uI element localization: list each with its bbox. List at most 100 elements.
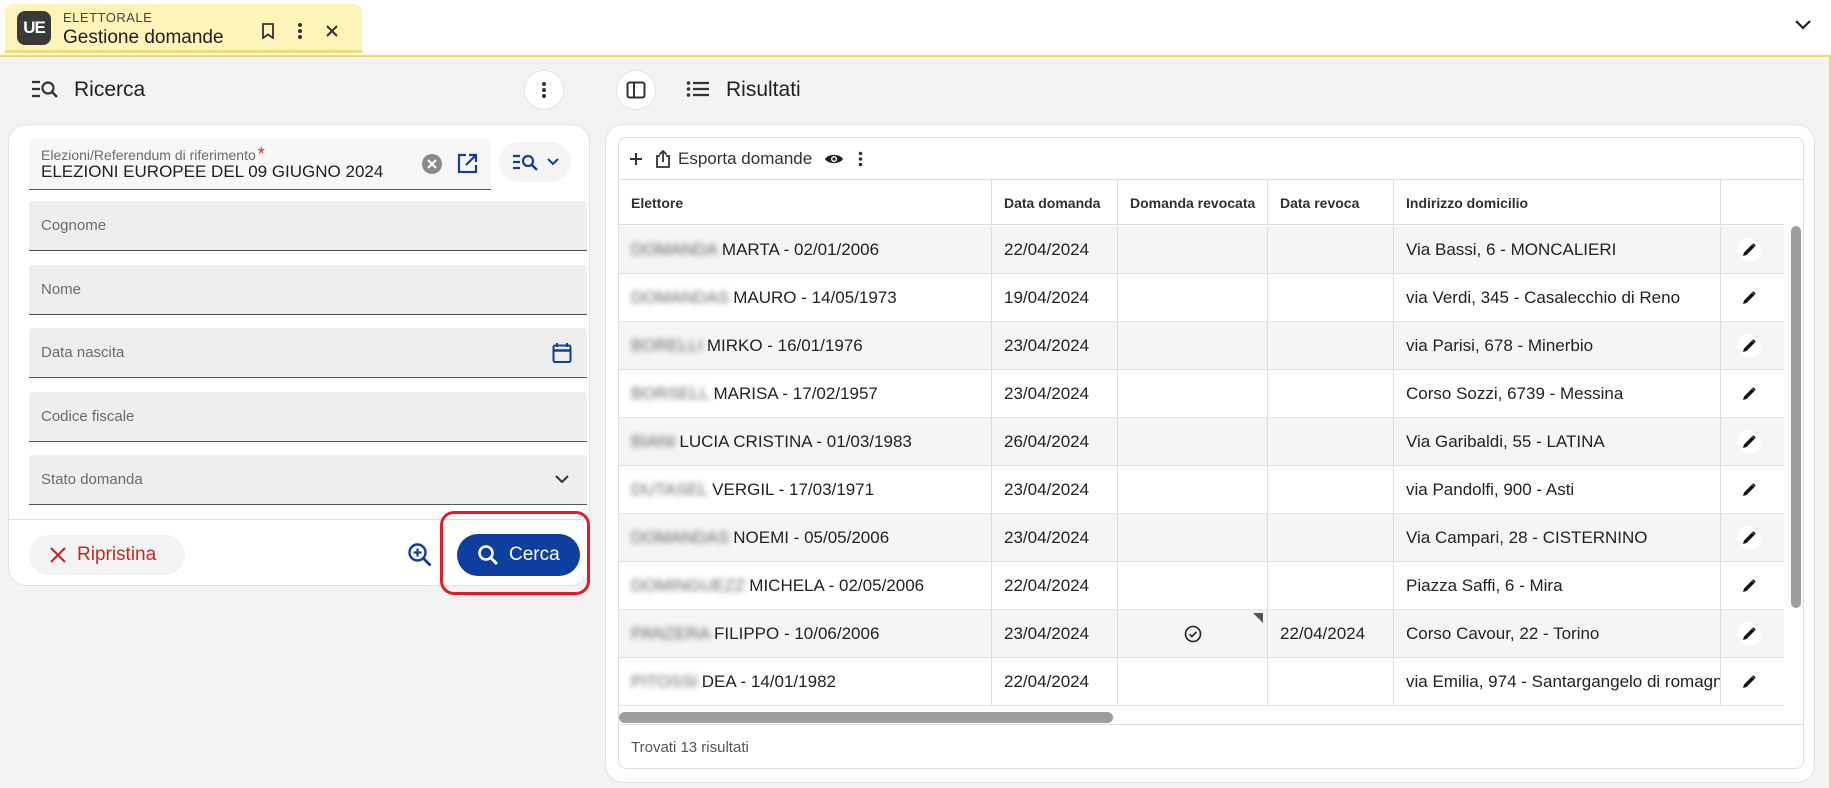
cell-elettore: BORSELL MARISA - 17/02/1957 <box>619 370 992 418</box>
results-count: Trovati 13 risultati <box>631 739 749 756</box>
pencil-icon <box>1743 387 1756 400</box>
cell-indirizzo: Via Campari, 28 - CISTERNINO <box>1394 514 1721 562</box>
table-row[interactable]: DOMANDA MARTA - 02/01/2006 22/04/2024 Via B… <box>619 226 1784 274</box>
codice-fiscale-field[interactable]: Codice fiscale <box>29 392 587 442</box>
chevron-down-icon[interactable] <box>1792 14 1814 36</box>
cell-elettore-name: DEA - 14/01/1982 <box>701 672 836 691</box>
edit-row-button[interactable] <box>1737 622 1761 646</box>
calendar-icon[interactable] <box>552 342 572 364</box>
cell-elettore-surname: PITOSSI <box>631 672 698 691</box>
pencil-icon <box>1743 435 1756 448</box>
edit-row-button[interactable] <box>1737 286 1761 310</box>
search-panel-menu-button[interactable] <box>525 71 563 109</box>
table-row[interactable]: DOMANDAS MAURO - 14/05/1973 19/04/2024 via … <box>619 274 1784 322</box>
cell-data-revoca <box>1268 466 1394 514</box>
edit-row-button[interactable] <box>1737 334 1761 358</box>
edit-row-button[interactable] <box>1737 382 1761 406</box>
close-tab-icon[interactable] <box>321 20 343 42</box>
col-header-indirizzo[interactable]: Indirizzo domicilio <box>1394 180 1721 225</box>
sidebar-icon <box>626 81 646 99</box>
highlight-box <box>440 511 590 595</box>
pencil-icon <box>1743 579 1756 592</box>
cell-elettore: PANZERA FILIPPO - 10/06/2006 <box>619 610 992 658</box>
table-row[interactable]: BIANI LUCIA CRISTINA - 01/03/1983 26/04/20… <box>619 418 1784 466</box>
cell-elettore: DOMANDAS NOEMI - 05/05/2006 <box>619 514 992 562</box>
cell-elettore-name: VERGIL - 17/03/1971 <box>712 480 875 499</box>
col-header-elettore[interactable]: Elettore <box>619 180 992 225</box>
chevron-down-icon <box>547 158 559 166</box>
bookmark-icon[interactable] <box>257 20 279 42</box>
results-card: Esporta domande Elettore Data domanda Do… <box>605 124 1815 783</box>
table-row[interactable]: DUTASEL VERGIL - 17/03/1971 23/04/2024 via … <box>619 466 1784 514</box>
cell-data-revoca <box>1268 418 1394 466</box>
search-list-icon <box>30 78 58 100</box>
cell-actions <box>1721 562 1784 610</box>
cell-domanda-revocata <box>1118 322 1268 370</box>
cell-data-domanda: 23/04/2024 <box>992 322 1118 370</box>
table-row[interactable]: PANZERA FILIPPO - 10/06/2006 23/04/2024 22/… <box>619 610 1784 658</box>
pencil-icon <box>1743 675 1756 688</box>
more-vert-icon[interactable] <box>289 20 311 42</box>
cell-elettore-surname: PANZERA <box>631 624 711 643</box>
export-button[interactable]: Esporta domande <box>655 149 812 169</box>
close-icon <box>50 547 66 563</box>
cell-elettore-surname: DOMINGUEZZ <box>631 576 746 595</box>
open-external-icon[interactable] <box>457 153 478 174</box>
reset-label: Ripristina <box>77 544 157 565</box>
nome-label: Nome <box>41 281 82 298</box>
edit-row-button[interactable] <box>1737 526 1761 550</box>
zoom-in-icon[interactable] <box>407 542 433 568</box>
cell-domanda-revocata <box>1118 226 1268 274</box>
cell-domanda-revocata <box>1118 562 1268 610</box>
cell-elettore-name: MARTA - 02/01/2006 <box>721 240 880 259</box>
table-row[interactable]: BORSELL MARISA - 17/02/1957 23/04/2024 Cors… <box>619 370 1784 418</box>
cell-indirizzo: Corso Sozzi, 6739 - Messina <box>1394 370 1721 418</box>
cell-actions <box>1721 226 1784 274</box>
table-row[interactable]: DOMINGUEZZ MICHELA - 02/05/2006 22/04/2024… <box>619 562 1784 610</box>
module-name: ELETTORALE <box>63 10 153 25</box>
grid-footer: Trovati 13 risultati <box>619 724 1803 768</box>
election-select-field[interactable]: Elezioni/Referendum di riferimento * ELEZ… <box>29 138 491 190</box>
cell-actions <box>1721 418 1784 466</box>
toggle-sidebar-button[interactable] <box>617 71 655 109</box>
cell-data-revoca <box>1268 514 1394 562</box>
cell-data-revoca <box>1268 226 1394 274</box>
cell-indirizzo: Piazza Saffi, 6 - Mira <box>1394 562 1721 610</box>
col-header-data-revoca[interactable]: Data revoca <box>1268 180 1394 225</box>
edit-row-button[interactable] <box>1737 430 1761 454</box>
edit-row-button[interactable] <box>1737 478 1761 502</box>
stato-domanda-label: Stato domanda <box>41 471 143 488</box>
reset-button[interactable]: Ripristina <box>29 535 185 575</box>
vertical-scrollbar[interactable] <box>1791 226 1801 608</box>
edit-row-button[interactable] <box>1737 574 1761 598</box>
table-row[interactable]: PITOSSI DEA - 14/01/1982 22/04/2024 via Emi… <box>619 658 1784 706</box>
edit-row-button[interactable] <box>1737 238 1761 262</box>
col-header-domanda-revocata[interactable]: Domanda revocata <box>1118 180 1268 225</box>
stato-domanda-select[interactable]: Stato domanda <box>29 455 587 505</box>
eye-icon[interactable] <box>824 152 844 166</box>
data-nascita-field[interactable]: Data nascita <box>29 328 587 378</box>
cell-indirizzo: Corso Cavour, 22 - Torino <box>1394 610 1721 658</box>
clear-icon[interactable] <box>421 153 443 175</box>
table-row[interactable]: DOMANDAS NOEMI - 05/05/2006 23/04/2024 Via … <box>619 514 1784 562</box>
results-panel-title: Risultati <box>726 78 801 101</box>
table-row[interactable]: BORELLI MIRKO - 16/01/1976 23/04/2024 via P… <box>619 322 1784 370</box>
cognome-field[interactable]: Cognome <box>29 201 587 251</box>
horizontal-scrollbar[interactable] <box>619 712 1113 723</box>
cell-actions <box>1721 322 1784 370</box>
cell-elettore-name: MARISA - 17/02/1957 <box>713 384 878 403</box>
cell-elettore: DOMANDAS MAURO - 14/05/1973 <box>619 274 992 322</box>
edit-row-button[interactable] <box>1737 670 1761 694</box>
advanced-search-dropdown[interactable] <box>499 142 571 182</box>
codice-fiscale-label: Codice fiscale <box>41 408 135 425</box>
add-icon[interactable] <box>629 152 643 166</box>
nome-field[interactable]: Nome <box>29 265 587 315</box>
cell-data-domanda: 23/04/2024 <box>992 514 1118 562</box>
cell-elettore-name: MAURO - 14/05/1973 <box>733 288 897 307</box>
more-vert-icon[interactable] <box>858 151 863 167</box>
cell-elettore-surname: BORSELL <box>631 384 710 403</box>
cell-elettore-surname: BIANI <box>631 432 676 451</box>
data-nascita-label: Data nascita <box>41 344 125 361</box>
col-header-data-domanda[interactable]: Data domanda <box>992 180 1118 225</box>
share-export-icon <box>656 149 670 168</box>
